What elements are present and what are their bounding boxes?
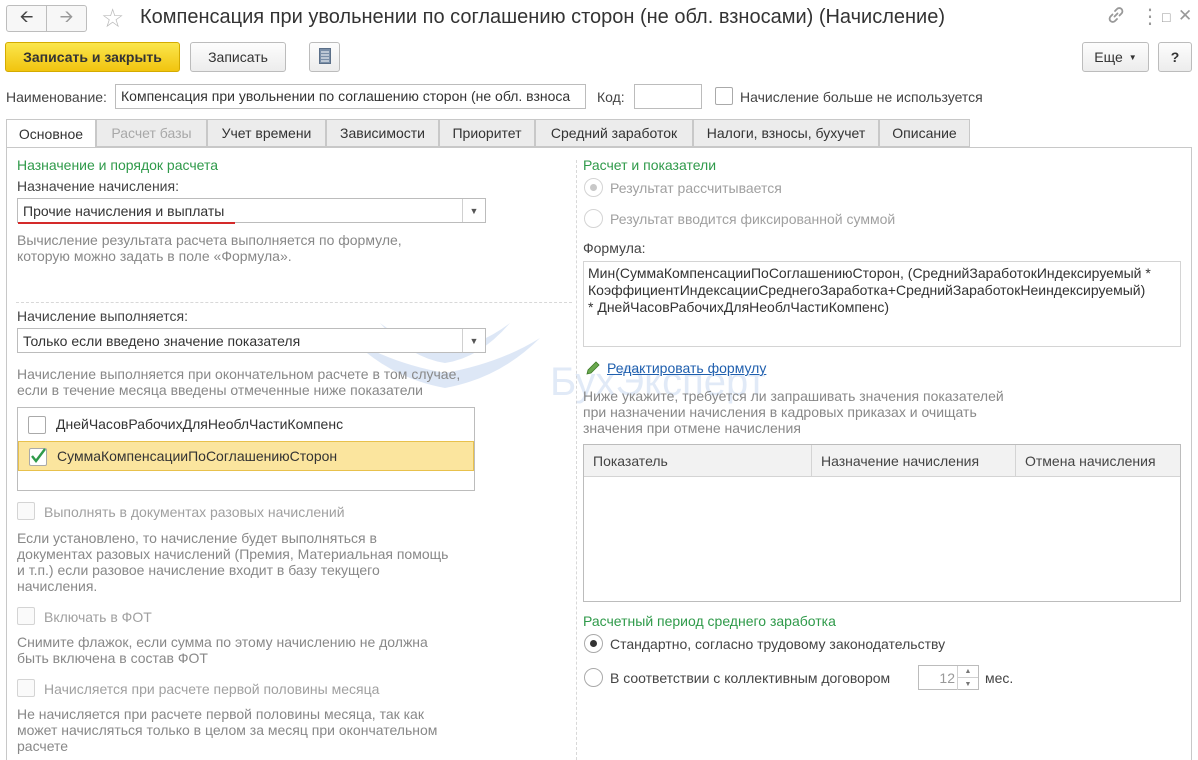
purpose-label: Назначение начисления: <box>17 178 179 194</box>
half-month-checkbox[interactable] <box>17 679 35 697</box>
result-fixed-label: Результат вводится фиксированной суммой <box>610 211 896 227</box>
column-header-assign[interactable]: Назначение начисления <box>812 445 1016 477</box>
more-actions-button[interactable]: Еще ▼ <box>1082 42 1149 72</box>
onetime-checkbox[interactable] <box>17 502 35 520</box>
list-report-button[interactable] <box>309 42 340 72</box>
months-unit: мес. <box>985 670 1014 686</box>
pencil-icon <box>585 360 601 379</box>
checkmark-icon <box>31 448 46 463</box>
fot-hint: Снимите флажок, если сумма по этому начи… <box>17 634 428 666</box>
unused-label: Начисление больше не используется <box>740 89 983 105</box>
code-label: Код: <box>597 89 625 105</box>
favorite-star-icon[interactable]: ☆ <box>101 4 124 32</box>
caret-down-icon: ▼ <box>1128 52 1137 62</box>
indicators-table: Показатель Назначение начисления Отмена … <box>583 444 1181 602</box>
window-title: Компенсация при увольнении по соглашению… <box>140 6 945 28</box>
avg-standard-radio[interactable] <box>584 634 603 653</box>
title-bar: 🡨 🡪 ☆ Компенсация при увольнении по согл… <box>0 0 1198 38</box>
purpose-section-title: Назначение и порядок расчета <box>17 157 219 173</box>
column-header-indicator[interactable]: Показатель <box>584 445 812 477</box>
avg-collective-radio[interactable] <box>584 668 603 687</box>
result-fixed-radio[interactable] <box>584 209 603 228</box>
list-item[interactable]: СуммаКомпенсацииПоСоглашениюСторон <box>18 441 474 471</box>
calc-section-title: Расчет и показатели <box>583 157 717 173</box>
purpose-hint: Вычисление результата расчета выполняетс… <box>17 232 402 264</box>
name-input[interactable]: Компенсация при увольнении по соглашению… <box>115 84 586 109</box>
back-button[interactable]: 🡨 <box>6 5 47 32</box>
forward-button[interactable]: 🡪 <box>46 5 87 32</box>
tab-average-earnings[interactable]: Средний заработок <box>535 119 693 147</box>
unused-checkbox[interactable] <box>715 87 733 105</box>
chevron-down-icon[interactable]: ▼ <box>462 199 485 222</box>
fot-label: Включать в ФОТ <box>44 609 152 625</box>
indicator-checkbox[interactable] <box>29 448 47 466</box>
tab-time-accounting[interactable]: Учет времени <box>207 119 326 147</box>
column-header-cancel[interactable]: Отмена начисления <box>1016 445 1180 477</box>
arrow-right-icon: 🡪 <box>59 7 74 26</box>
code-input[interactable] <box>634 84 702 109</box>
maximize-icon[interactable]: □ <box>1162 9 1170 25</box>
result-calc-label: Результат рассчитывается <box>610 180 782 196</box>
arrow-left-icon: 🡨 <box>19 7 34 26</box>
help-button[interactable]: ? <box>1158 42 1192 72</box>
tab-main[interactable]: Основное <box>6 119 96 148</box>
purpose-select[interactable]: Прочие начисления и выплаты ▼ <box>17 198 486 223</box>
indicators-list: ДнейЧасовРабочихДляНеоблЧастиКомпенс Сум… <box>17 407 475 491</box>
avg-collective-label: В соответствии с коллективным договором <box>610 670 891 686</box>
formula-label: Формула: <box>583 240 646 256</box>
avg-section-title: Расчетный период среднего заработка <box>583 613 836 629</box>
half-month-label: Начисляется при расчете первой половины … <box>44 681 380 697</box>
result-calc-radio[interactable] <box>584 178 603 197</box>
onetime-label: Выполнять в документах разовых начислени… <box>44 504 345 520</box>
divider <box>16 302 572 303</box>
tab-priority[interactable]: Приоритет <box>439 119 535 147</box>
save-and-close-button[interactable]: Записать и закрыть <box>5 42 180 72</box>
request-hint: Ниже укажите, требуется ли запрашивать з… <box>583 388 1004 436</box>
column-divider <box>576 160 577 760</box>
stepper-up-icon[interactable]: ▲ <box>957 666 978 678</box>
more-menu-icon[interactable]: ⋮ <box>1140 4 1160 29</box>
chevron-down-icon[interactable]: ▼ <box>462 329 485 352</box>
link-icon[interactable] <box>1107 6 1125 29</box>
exec-hint: Начисление выполняется при окончательном… <box>17 366 461 398</box>
indicator-checkbox[interactable] <box>28 416 46 434</box>
name-label: Наименование: <box>6 89 107 105</box>
months-stepper[interactable]: 12 ▲ ▼ <box>918 665 979 690</box>
edit-formula-link[interactable]: Редактировать формулу <box>607 360 766 376</box>
formula-textarea[interactable]: Мин(СуммаКомпенсацииПоСоглашениюСторон, … <box>583 261 1181 347</box>
document-list-icon <box>318 47 331 67</box>
onetime-hint: Если установлено, то начисление будет вы… <box>17 530 449 594</box>
avg-standard-label: Стандартно, согласно трудовому законодат… <box>610 636 946 652</box>
tab-description[interactable]: Описание <box>879 119 970 147</box>
tab-taxes[interactable]: Налоги, взносы, бухучет <box>693 119 879 147</box>
list-item[interactable]: ДнейЧасовРабочихДляНеоблЧастиКомпенс <box>18 410 474 440</box>
tab-base-calc[interactable]: Расчет базы <box>96 119 207 147</box>
save-button[interactable]: Записать <box>190 42 286 72</box>
red-underline <box>18 222 235 224</box>
exec-label: Начисление выполняется: <box>17 308 188 324</box>
exec-select[interactable]: Только если введено значение показателя … <box>17 328 486 353</box>
half-month-hint: Не начисляется при расчете первой полови… <box>17 706 438 754</box>
tab-dependencies[interactable]: Зависимости <box>326 119 439 147</box>
stepper-down-icon[interactable]: ▼ <box>957 678 978 690</box>
close-icon[interactable]: ✕ <box>1178 6 1192 26</box>
fot-checkbox[interactable] <box>17 607 35 625</box>
